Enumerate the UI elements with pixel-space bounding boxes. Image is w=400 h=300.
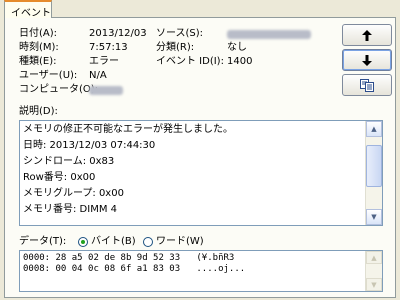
arrow-up-icon bbox=[362, 29, 372, 41]
description-label: 説明(D): bbox=[19, 106, 58, 117]
description-line: Row番号: 0x00 bbox=[23, 172, 96, 183]
description-line: シンドローム: 0x83 bbox=[23, 156, 115, 167]
date-value: 2013/12/03 bbox=[89, 28, 147, 39]
description-line: メモリの修正不可能なエラーが発生しました。 bbox=[23, 124, 233, 135]
data-textbox[interactable]: 0000: 28 a5 02 de 8b 9d 52 33 (¥.bñR3 00… bbox=[19, 250, 383, 292]
scroll-thumb[interactable] bbox=[366, 145, 382, 187]
word-radio[interactable] bbox=[143, 237, 153, 247]
data-line: 0000: 28 a5 02 de 8b 9d 52 33 (¥.bñR3 bbox=[23, 253, 235, 263]
event-properties-panel: 日付(A): 2013/12/03 時刻(M): 7:57:13 種類(E): … bbox=[4, 17, 396, 298]
date-label: 日付(A): bbox=[19, 28, 58, 39]
computer-value-redacted bbox=[89, 86, 123, 95]
arrow-down-icon bbox=[362, 54, 372, 66]
type-label: 種類(E): bbox=[19, 56, 57, 67]
word-option-label[interactable]: ワード(W) bbox=[156, 236, 204, 248]
scroll-up-arrow-icon[interactable]: ▲ bbox=[366, 121, 382, 137]
previous-event-button[interactable] bbox=[342, 24, 392, 46]
source-label: ソース(S): bbox=[156, 28, 204, 39]
copy-documents-icon bbox=[360, 78, 374, 92]
description-textbox[interactable]: メモリの修正不可能なエラーが発生しました。 日時: 2013/12/03 07:… bbox=[19, 120, 383, 226]
description-line: メモリグループ: 0x00 bbox=[23, 188, 124, 199]
tab-event[interactable]: イベント bbox=[4, 0, 52, 19]
description-scrollbar[interactable]: ▲ ▼ bbox=[365, 121, 382, 225]
scroll-down-arrow-icon[interactable]: ▼ bbox=[366, 209, 382, 225]
description-line: 日時: 2013/12/03 07:44:30 bbox=[23, 140, 156, 151]
data-scroll-down-arrow-icon[interactable]: ▼ bbox=[366, 278, 382, 291]
user-label: ユーザー(U): bbox=[19, 70, 78, 81]
byte-option-label[interactable]: バイト(B) bbox=[91, 236, 136, 248]
data-label: データ(T): bbox=[19, 236, 67, 247]
category-label: 分類(R): bbox=[156, 42, 195, 53]
time-value: 7:57:13 bbox=[89, 42, 128, 53]
source-value-redacted bbox=[227, 30, 311, 39]
next-event-button[interactable] bbox=[342, 49, 392, 71]
data-line: 0008: 00 04 0c 08 6f a1 83 03 ....oj... bbox=[23, 264, 246, 274]
tab-event-label: イベント bbox=[11, 8, 51, 19]
description-line: メモリ番号: DIMM 4 bbox=[23, 204, 117, 215]
type-value: エラー bbox=[89, 56, 119, 67]
event-id-value: 1400 bbox=[227, 56, 253, 67]
event-id-label: イベント ID(I): bbox=[156, 56, 224, 67]
data-scroll-up-arrow-icon[interactable]: ▲ bbox=[366, 251, 382, 264]
user-value: N/A bbox=[89, 70, 107, 81]
category-value: なし bbox=[227, 42, 247, 53]
data-scrollbar[interactable]: ▲ ▼ bbox=[365, 251, 382, 291]
computer-label: コンピュータ(O): bbox=[19, 84, 99, 95]
time-label: 時刻(M): bbox=[19, 42, 59, 53]
radio-selected-dot bbox=[81, 240, 85, 244]
byte-radio[interactable] bbox=[78, 237, 88, 247]
copy-event-button[interactable] bbox=[342, 74, 392, 96]
